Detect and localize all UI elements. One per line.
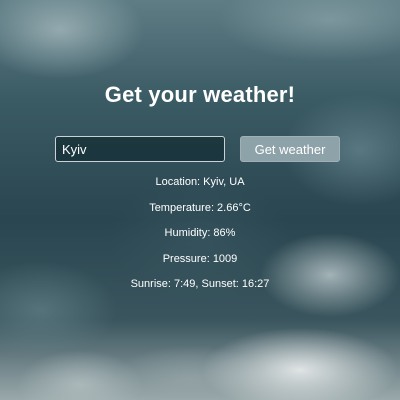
- weather-info: Location: Kyiv, UA Temperature: 2.66°C H…: [0, 176, 400, 304]
- get-weather-button[interactable]: Get weather: [240, 136, 340, 162]
- pressure-text: Pressure: 1009: [162, 252, 238, 265]
- city-search-form: Get weather: [55, 136, 345, 164]
- temperature-text: Temperature: 2.66°C: [149, 201, 251, 214]
- sunrise-sunset-text: Sunrise: 7:49, Sunset: 16:27: [130, 278, 270, 290]
- humidity-text: Humidity: 86%: [164, 227, 236, 239]
- location-text: Location: Kyiv, UA: [155, 176, 245, 188]
- weather-app: Get your weather! Get weather Location: …: [0, 0, 400, 400]
- city-input[interactable]: [55, 136, 225, 162]
- page-title: Get your weather!: [104, 82, 296, 107]
